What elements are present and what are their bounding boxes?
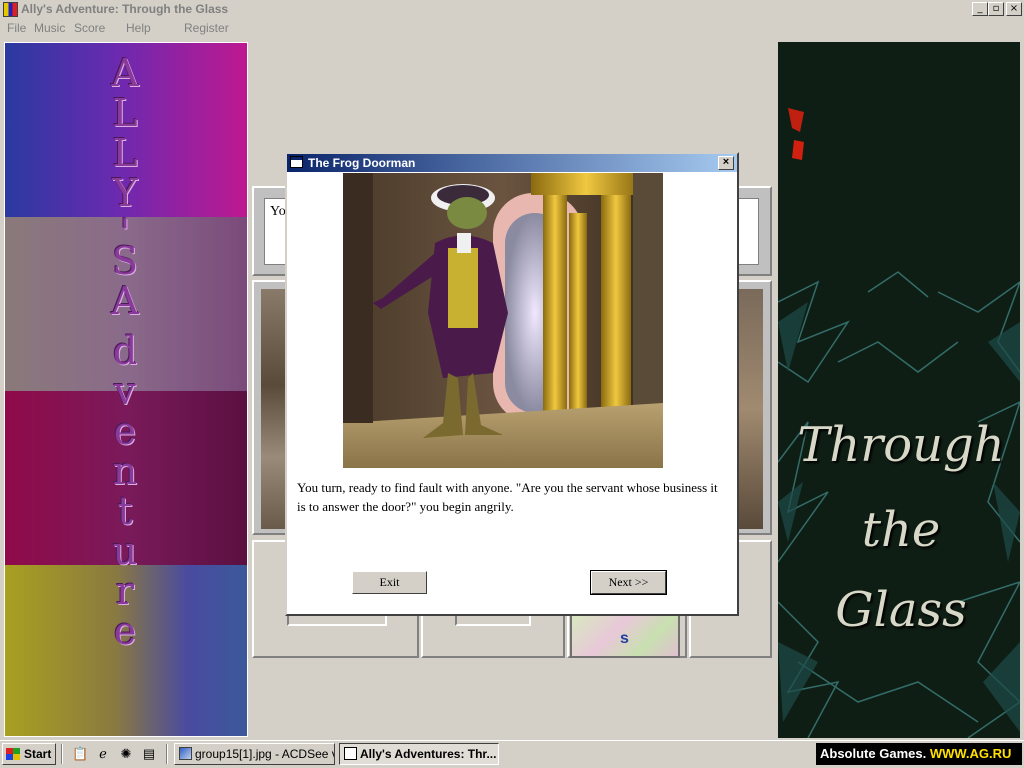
through-the-glass-title-line: the xyxy=(861,502,941,558)
acdsee-icon xyxy=(179,747,192,760)
menu-bar xyxy=(0,19,1024,37)
banner-letter: ' xyxy=(119,211,131,255)
show-desktop-icon[interactable]: 📋 xyxy=(72,746,88,762)
menu-music[interactable]: Music xyxy=(34,21,65,35)
banner-letter: t xyxy=(117,489,133,533)
menu-score[interactable]: Score xyxy=(74,21,105,35)
close-button[interactable]: × xyxy=(1006,2,1022,16)
narration-text: Yo xyxy=(270,204,286,219)
menu-help[interactable]: Help xyxy=(126,21,151,35)
banner-letter: n xyxy=(112,449,138,493)
title-banner-panel: A L L Y ' S A d v e n t u r e xyxy=(4,42,248,737)
internet-explorer-icon[interactable]: ℯ xyxy=(95,746,111,762)
banner-letter: d xyxy=(112,329,138,373)
banner-letter: u xyxy=(112,529,138,573)
banner-letter: r xyxy=(115,569,135,613)
banner-letter: Y xyxy=(112,171,138,215)
tray-watermark: Absolute Games. WWW.AG.RU xyxy=(816,743,1022,765)
menu-register[interactable]: Register xyxy=(184,21,229,35)
through-the-glass-title-line: Through xyxy=(797,417,1005,473)
taskbar-item-label: group15[1].jpg - ACDSee v... xyxy=(195,747,335,761)
maximize-button[interactable]: ▫ xyxy=(988,2,1004,16)
taskbar-separator xyxy=(166,744,168,764)
exit-button[interactable]: Exit xyxy=(352,571,427,594)
banner-letter: S xyxy=(111,239,139,283)
banner-letter: A xyxy=(111,279,139,323)
frog-doorman-scene xyxy=(343,173,663,468)
banner-letter: v xyxy=(114,369,136,413)
banner-letter: L xyxy=(112,91,138,135)
minimize-button[interactable]: _ xyxy=(972,2,988,16)
banner-letter: e xyxy=(113,609,137,653)
start-label: Start xyxy=(24,747,52,761)
dialog-message: You turn, ready to find fault with anyon… xyxy=(297,480,718,514)
banner-letter: A xyxy=(111,51,139,95)
app-icon[interactable] xyxy=(3,2,18,17)
taskbar-item-acdsee[interactable]: group15[1].jpg - ACDSee v... xyxy=(174,743,335,765)
menu-file[interactable]: File xyxy=(7,21,26,35)
windows-logo-icon xyxy=(6,748,20,760)
next-button[interactable]: Next >> xyxy=(590,570,667,595)
start-button[interactable]: Start xyxy=(2,743,56,765)
tray-site: WWW.AG.RU xyxy=(929,746,1012,761)
dialog-title: The Frog Doorman xyxy=(308,156,416,170)
through-the-glass-panel: Through the Glass xyxy=(776,40,1022,740)
through-the-glass-title-line: Glass xyxy=(835,582,967,638)
frog-doorman-illustration xyxy=(343,173,663,468)
window-icon xyxy=(344,747,357,760)
dialog-close-button[interactable]: × xyxy=(718,156,734,170)
scene-image-right[interactable] xyxy=(738,289,763,529)
taskbar-item-label: Ally's Adventures: Thr... xyxy=(360,747,497,761)
inventory-item-letter: s xyxy=(620,630,629,647)
channels-icon[interactable]: ✺ xyxy=(118,746,134,762)
banner-title: A L L Y ' S A d v e n t u r e xyxy=(95,53,155,651)
banner-letter: e xyxy=(113,409,137,453)
media-player-icon[interactable]: ▤ xyxy=(141,746,157,762)
tray-brand: Absolute Games. xyxy=(820,746,927,761)
red-shard xyxy=(788,108,804,132)
banner-letter: L xyxy=(112,131,138,175)
taskbar-separator xyxy=(61,744,63,764)
red-shard xyxy=(792,140,804,160)
taskbar-item-allys-adventures[interactable]: Ally's Adventures: Thr... xyxy=(339,743,499,765)
window-title: Ally's Adventure: Through the Glass xyxy=(21,2,229,16)
dialog-window-icon xyxy=(290,156,303,168)
